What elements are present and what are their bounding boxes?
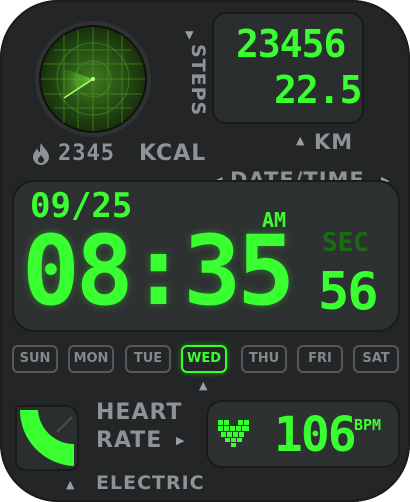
weekday-sat[interactable]: SAT bbox=[353, 345, 399, 373]
calories-value: 2345 bbox=[58, 141, 115, 166]
weekday-thu[interactable]: THU bbox=[241, 345, 287, 373]
weekday-wed[interactable]: WED bbox=[181, 345, 227, 373]
weekday-tue[interactable]: TUE bbox=[125, 345, 171, 373]
time-value: 08:35 bbox=[22, 215, 295, 327]
distance-unit: KM bbox=[314, 130, 354, 154]
distance-value: 22.5 bbox=[274, 68, 363, 112]
flame-icon bbox=[30, 142, 52, 170]
weekday-sun[interactable]: SUN bbox=[12, 345, 58, 373]
selected-day-marker-icon: ▲ bbox=[199, 379, 208, 392]
heart-label-line1: HEART bbox=[96, 400, 183, 425]
heart-label-line2: RATE bbox=[96, 428, 163, 453]
heart-rate-value: 106 bbox=[274, 407, 357, 463]
weekday-mon[interactable]: MON bbox=[68, 345, 114, 373]
weekday-fri[interactable]: FRI bbox=[297, 345, 343, 373]
radar-widget[interactable] bbox=[34, 20, 152, 138]
heart-arrow-icon: ▶ bbox=[176, 434, 185, 447]
calories-unit: KCAL bbox=[139, 141, 207, 166]
seconds-value: 56 bbox=[318, 262, 379, 322]
radar-icon bbox=[35, 21, 151, 137]
heart-rate-unit: BPM bbox=[354, 416, 382, 434]
km-arrow-icon: ▲ bbox=[296, 134, 305, 147]
battery-arc-icon bbox=[15, 405, 79, 471]
electric-label: ELECTRIC bbox=[96, 472, 205, 494]
electric-gauge[interactable] bbox=[12, 402, 82, 474]
steps-label: STEPS bbox=[187, 44, 209, 117]
heart-icon bbox=[216, 418, 252, 452]
electric-arrow-icon: ▲ bbox=[66, 478, 75, 491]
seconds-label: SEC bbox=[322, 228, 369, 258]
steps-arrow-icon: ▶ bbox=[183, 31, 197, 40]
steps-value: 23456 bbox=[236, 22, 346, 66]
watch-face: ▶ STEPS 23456 22.5 ▲ KM 2345 KCAL ◀ DATE… bbox=[0, 0, 410, 502]
